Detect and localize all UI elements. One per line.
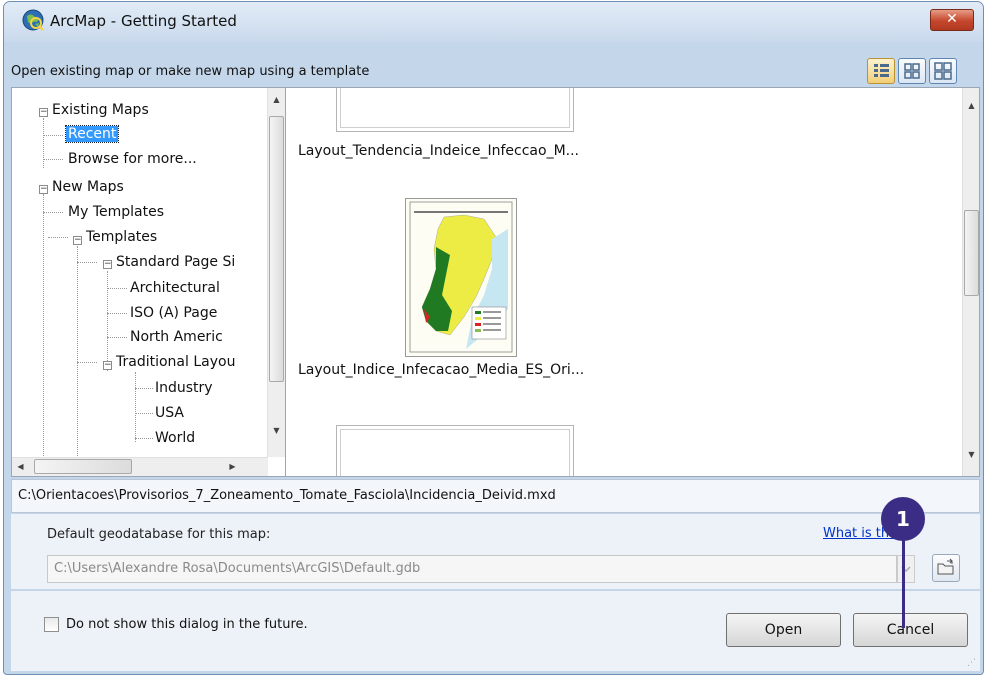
window-title: ArcMap - Getting Started: [50, 12, 237, 30]
tree-guide: [77, 362, 97, 363]
scroll-right-arrow-icon[interactable]: ▶: [224, 462, 241, 471]
thumbnail-frame: [340, 429, 570, 476]
cancel-button[interactable]: Cancel: [853, 613, 968, 647]
scroll-up-arrow-icon[interactable]: ▲: [268, 95, 285, 104]
collapse-traditional-layouts-icon[interactable]: −: [103, 361, 112, 370]
tree-guide: [107, 271, 108, 371]
chevron-down-icon: [901, 566, 911, 573]
gallery-scroll-thumb[interactable]: [964, 210, 979, 296]
tree-guide: [43, 194, 44, 476]
geodatabase-dropdown-button[interactable]: [897, 555, 915, 583]
selected-path-bar: C:\Orientacoes\Provisorios_7_Zoneamento_…: [11, 479, 980, 513]
resize-grip-icon[interactable]: ⋰: [967, 658, 976, 668]
arcmap-globe-icon: [22, 9, 44, 31]
tree-guide: [77, 262, 97, 263]
tree-node-existing-maps[interactable]: Existing Maps: [52, 102, 149, 118]
tree-guide: [77, 246, 78, 476]
do-not-show-checkbox[interactable]: [44, 617, 59, 632]
tree-node-industry[interactable]: Industry: [155, 380, 213, 396]
tree-node-new-maps[interactable]: New Maps: [52, 179, 124, 195]
collapse-templates-icon[interactable]: −: [73, 236, 82, 245]
tree-node-architectural[interactable]: Architectural: [130, 280, 220, 296]
content-area: − Existing Maps Recent Browse for more..…: [11, 87, 980, 477]
tree-scroll-thumb[interactable]: [269, 116, 284, 382]
gallery-vertical-scrollbar[interactable]: ▲ ▼: [962, 88, 979, 476]
close-button[interactable]: ✕: [930, 9, 974, 31]
tree-horizontal-scrollbar[interactable]: ◀ ▶: [12, 457, 268, 476]
tree-guide: [135, 438, 153, 439]
scroll-down-arrow-icon[interactable]: ▼: [268, 426, 285, 435]
tree-guide: [135, 413, 153, 414]
tree-guide: [107, 337, 127, 338]
tree-guide: [107, 288, 127, 289]
tree-guide: [135, 372, 136, 442]
tree-node-traditional-layouts[interactable]: Traditional Layou: [116, 354, 235, 370]
view-large-button[interactable]: [929, 58, 957, 84]
open-button[interactable]: Open: [726, 613, 841, 647]
gallery-item-label[interactable]: Layout_Indice_Infecacao_Media_ES_Ori...: [298, 362, 584, 378]
large-thumbnails-icon: [934, 62, 952, 80]
arcmap-dialog: ArcMap - Getting Started ✕ Open existing…: [3, 1, 984, 675]
tree-node-recent[interactable]: Recent: [64, 125, 120, 143]
browse-geodatabase-button[interactable]: [932, 554, 960, 582]
map-thumbnail-blank[interactable]: [336, 425, 574, 476]
geodatabase-path-input[interactable]: C:\Users\Alexandre Rosa\Documents\ArcGIS…: [47, 555, 897, 583]
tree-vertical-scrollbar[interactable]: ▲ ▼: [267, 88, 285, 457]
open-folder-icon: [937, 558, 954, 575]
map-thumbnail-indice[interactable]: [405, 198, 517, 357]
tree-node-templates[interactable]: Templates: [86, 229, 157, 245]
view-medium-button[interactable]: [898, 58, 926, 84]
tree-guide: [43, 159, 63, 160]
details-view-icon: [874, 64, 889, 77]
tree-guide: [43, 135, 63, 136]
tree-node-north-american[interactable]: North Americ: [130, 329, 223, 345]
map-gallery: Layout_Tendencia_Indeice_Infeccao_M... L…: [292, 88, 979, 476]
geodatabase-path-value: C:\Users\Alexandre Rosa\Documents\ArcGIS…: [54, 561, 421, 576]
geodatabase-label: Default geodatabase for this map:: [47, 527, 271, 542]
tree-guide: [43, 118, 44, 168]
tree-node-browse-for-more[interactable]: Browse for more...: [68, 151, 197, 167]
tree-node-iso-a-page[interactable]: ISO (A) Page: [130, 305, 217, 321]
geodatabase-panel: Default geodatabase for this map: What i…: [11, 514, 980, 589]
title-bar[interactable]: ArcMap - Getting Started ✕: [4, 2, 983, 42]
collapse-standard-page-icon[interactable]: −: [103, 260, 112, 269]
close-icon: ✕: [946, 11, 958, 27]
scroll-up-arrow-icon[interactable]: ▲: [963, 101, 979, 110]
template-tree: − Existing Maps Recent Browse for more..…: [12, 88, 286, 476]
tree-node-world[interactable]: World: [155, 430, 195, 446]
selected-map-path: C:\Orientacoes\Provisorios_7_Zoneamento_…: [18, 488, 556, 503]
tree-node-usa[interactable]: USA: [155, 405, 184, 421]
dialog-footer: Do not show this dialog in the future. O…: [11, 590, 980, 671]
callout-pointer: [902, 533, 905, 628]
do-not-show-label[interactable]: Do not show this dialog in the future.: [66, 617, 308, 632]
tree-hscroll-thumb[interactable]: [34, 459, 132, 474]
map-thumbnail-blank[interactable]: [336, 88, 574, 132]
medium-thumbnails-icon: [904, 63, 920, 79]
tree-node-my-templates[interactable]: My Templates: [68, 204, 164, 220]
tree-guide: [135, 388, 153, 389]
tree-guide: [107, 313, 127, 314]
thumbnail-frame: [340, 88, 570, 128]
callout-badge: 1: [881, 497, 925, 541]
map-preview-image: [406, 199, 516, 356]
scroll-left-arrow-icon[interactable]: ◀: [12, 462, 29, 471]
dialog-subtitle: Open existing map or make new map using …: [11, 64, 370, 79]
tree-node-standard-page-sizes[interactable]: Standard Page Si: [116, 254, 235, 270]
view-details-button[interactable]: [867, 58, 895, 84]
tree-guide: [43, 212, 63, 213]
gallery-item-label[interactable]: Layout_Tendencia_Indeice_Infeccao_M...: [298, 143, 579, 159]
collapse-existing-maps-icon[interactable]: −: [39, 108, 48, 117]
collapse-new-maps-icon[interactable]: −: [39, 185, 48, 194]
tree-guide: [48, 237, 68, 238]
scroll-down-arrow-icon[interactable]: ▼: [963, 450, 979, 459]
